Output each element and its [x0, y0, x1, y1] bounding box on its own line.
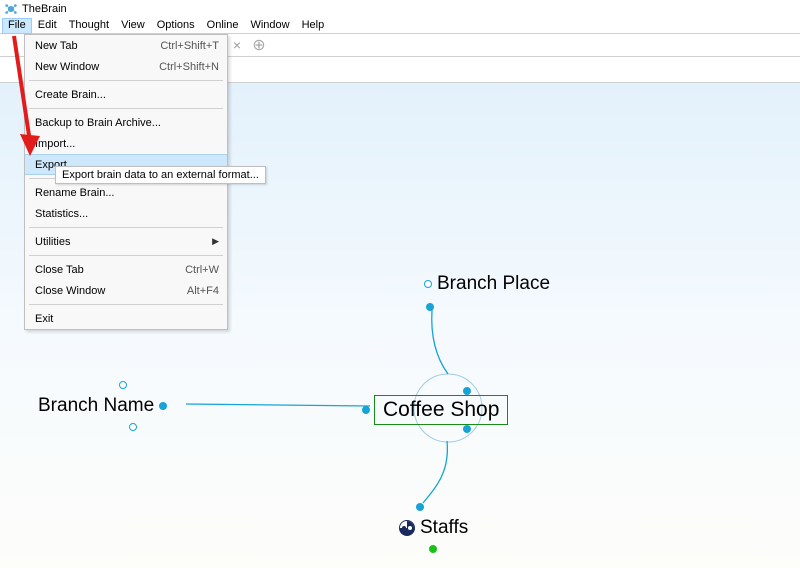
menu-close-tab[interactable]: Close TabCtrl+W [25, 259, 227, 280]
node-label: Branch Name [38, 395, 154, 417]
menu-new-window[interactable]: New WindowCtrl+Shift+N [25, 56, 227, 77]
menu-window[interactable]: Window [244, 18, 295, 34]
menu-statistics[interactable]: Statistics... [25, 203, 227, 224]
menu-options[interactable]: Options [151, 18, 201, 34]
export-tooltip: Export brain data to an external format.… [55, 166, 266, 184]
menu-separator [29, 227, 223, 228]
node-label: Branch Place [437, 273, 550, 295]
menu-import[interactable]: Import... [25, 133, 227, 154]
node-port-icon [129, 423, 137, 431]
node-port-icon [119, 381, 127, 389]
node-connector-icon [426, 303, 434, 311]
menu-view[interactable]: View [115, 18, 151, 34]
node-coffee-shop[interactable]: Coffee Shop [362, 387, 508, 433]
node-connector-icon [159, 402, 167, 410]
menu-new-tab[interactable]: New TabCtrl+Shift+T [25, 35, 227, 56]
menu-online[interactable]: Online [201, 18, 245, 34]
node-label: Coffee Shop [374, 395, 508, 425]
node-connector-icon [463, 387, 471, 395]
menu-rename-brain[interactable]: Rename Brain... [25, 182, 227, 203]
menu-create-brain[interactable]: Create Brain... [25, 84, 227, 105]
node-connector-icon [463, 425, 471, 433]
menu-file[interactable]: File [2, 18, 32, 34]
menu-separator [29, 304, 223, 305]
node-label: Staffs [420, 517, 468, 539]
menu-edit[interactable]: Edit [32, 18, 63, 34]
menu-exit[interactable]: Exit [25, 308, 227, 329]
globe-icon [398, 519, 416, 537]
menu-thought[interactable]: Thought [63, 18, 115, 34]
node-port-icon [424, 280, 432, 288]
node-connector-icon [429, 545, 437, 553]
close-tab-icon[interactable]: × [230, 38, 244, 52]
add-tab-icon[interactable]: ⊕ [252, 38, 266, 52]
menu-help[interactable]: Help [296, 18, 331, 34]
titlebar: TheBrain [0, 0, 800, 18]
node-connector-icon [416, 503, 424, 511]
node-branch-place[interactable]: Branch Place [424, 273, 550, 311]
app-icon [4, 2, 18, 16]
menu-separator [29, 108, 223, 109]
menu-backup[interactable]: Backup to Brain Archive... [25, 112, 227, 133]
menu-utilities[interactable]: Utilities▶ [25, 231, 227, 252]
menu-separator [29, 80, 223, 81]
submenu-arrow-icon: ▶ [212, 236, 219, 247]
node-branch-name[interactable]: Branch Name [38, 381, 167, 431]
app-title: TheBrain [22, 3, 67, 15]
menubar: File Edit Thought View Options Online Wi… [0, 18, 800, 34]
menu-separator [29, 255, 223, 256]
node-connector-icon [362, 406, 370, 414]
menu-close-window[interactable]: Close WindowAlt+F4 [25, 280, 227, 301]
node-staffs[interactable]: Staffs [398, 503, 468, 553]
